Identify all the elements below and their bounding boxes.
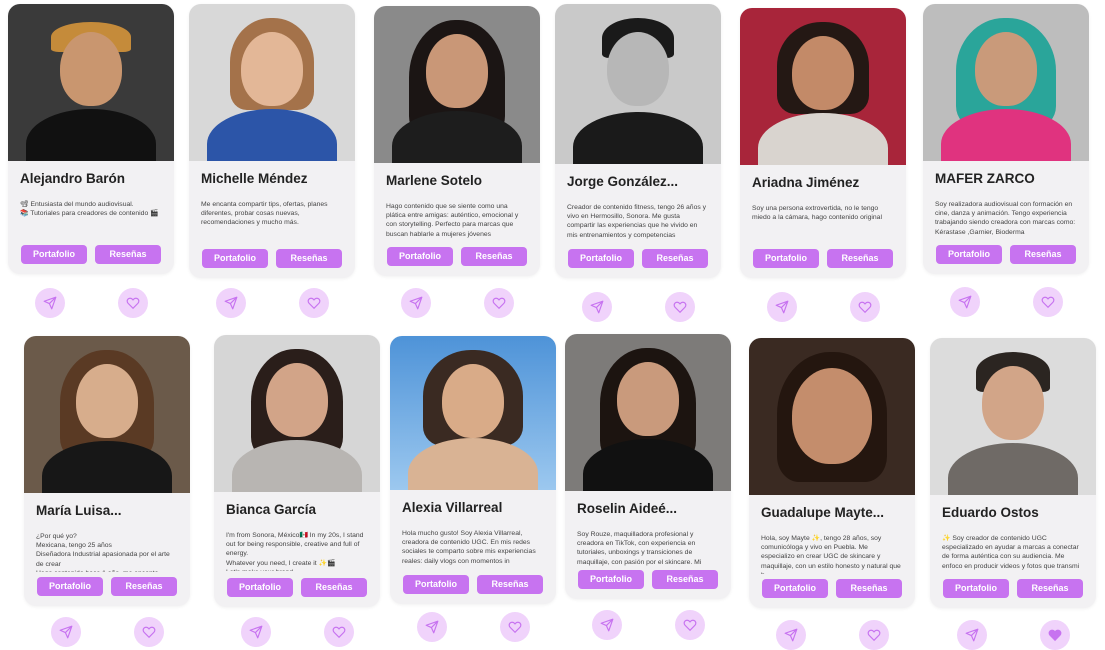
creator-name: Bianca García	[226, 502, 317, 517]
heart-icon-filled[interactable]	[1039, 620, 1070, 650]
paper-plane-icon[interactable]	[50, 617, 81, 647]
heart-icon[interactable]	[133, 617, 164, 647]
portfolio-button[interactable]: Portafolio	[227, 578, 293, 597]
creator-name: Ariadna Jiménez	[752, 175, 860, 190]
creator-bio: Soy Rouze, maquilladora profesional y cr…	[577, 531, 702, 566]
creator-photo	[555, 4, 721, 164]
paper-plane-icon[interactable]	[34, 288, 65, 318]
creator-bio: Hola, soy Mayte ✨, tengo 28 años, soy co…	[761, 535, 901, 574]
paper-plane-icon[interactable]	[416, 612, 447, 642]
creator-name: Michelle Méndez	[201, 171, 308, 186]
reviews-button[interactable]: Reseñas	[827, 249, 893, 268]
creator-photo	[923, 4, 1089, 161]
heart-icon[interactable]	[664, 292, 695, 322]
heart-icon[interactable]	[499, 612, 530, 642]
heart-icon[interactable]	[117, 288, 148, 318]
reviews-button[interactable]: Reseñas	[301, 578, 367, 597]
creator-name: Alejandro Barón	[20, 171, 126, 186]
heart-icon[interactable]	[298, 288, 329, 318]
creator-bio: ✨ Soy creador de contenido UGC especiali…	[942, 535, 1080, 570]
creator-card: Eduardo Ostos ✨ Soy creador de contenido…	[930, 338, 1096, 608]
portfolio-button[interactable]: Portafolio	[37, 577, 103, 596]
creator-photo	[374, 6, 540, 163]
creator-photo	[214, 335, 380, 492]
heart-icon[interactable]	[858, 620, 889, 650]
creator-photo	[8, 4, 174, 161]
creator-photo	[189, 4, 355, 161]
creator-name: Guadalupe Mayte...	[761, 505, 885, 520]
portfolio-button[interactable]: Portafolio	[943, 579, 1009, 598]
creator-photo	[930, 338, 1096, 495]
creator-bio: Me encanta compartir tips, ofertas, plan…	[201, 201, 328, 227]
creator-name: Marlene Sotelo	[386, 173, 483, 188]
paper-plane-icon[interactable]	[949, 287, 980, 317]
heart-icon[interactable]	[674, 610, 705, 640]
portfolio-button[interactable]: Portafolio	[936, 245, 1002, 264]
creator-name: Roselin Aideé...	[577, 501, 678, 516]
paper-plane-icon[interactable]	[775, 620, 806, 650]
creator-bio: Creador de contenido fitness, tengo 26 a…	[567, 204, 707, 239]
creator-card: Alexia Villarreal Hola mucho gusto! Soy …	[390, 336, 556, 604]
heart-icon[interactable]	[1032, 287, 1063, 317]
creator-photo	[740, 8, 906, 165]
reviews-button[interactable]: Reseñas	[1017, 579, 1083, 598]
creator-card: Jorge González... Creador de contenido f…	[555, 4, 721, 278]
creator-name: Jorge González...	[567, 174, 679, 189]
paper-plane-icon[interactable]	[581, 292, 612, 322]
reviews-button[interactable]: Reseñas	[461, 247, 527, 266]
creator-card: Bianca García I'm from Sonora, México🇲🇽 …	[214, 335, 380, 607]
portfolio-button[interactable]: Portafolio	[762, 579, 828, 598]
portfolio-button[interactable]: Portafolio	[568, 249, 634, 268]
reviews-button[interactable]: Reseñas	[477, 575, 543, 594]
creator-photo	[749, 338, 915, 495]
reviews-button[interactable]: Reseñas	[652, 570, 718, 589]
paper-plane-icon[interactable]	[766, 292, 797, 322]
creator-name: Alexia Villarreal	[402, 500, 503, 515]
reviews-button[interactable]: Reseñas	[95, 245, 161, 264]
creator-bio: Hola mucho gusto! Soy Alexia Villarreal,…	[402, 530, 536, 565]
reviews-button[interactable]: Reseñas	[836, 579, 902, 598]
paper-plane-icon[interactable]	[215, 288, 246, 318]
reviews-button[interactable]: Reseñas	[111, 577, 177, 596]
creator-name: MAFER ZARCO	[935, 171, 1035, 186]
portfolio-button[interactable]: Portafolio	[202, 249, 268, 268]
creator-card: Michelle Méndez Me encanta compartir tip…	[189, 4, 355, 278]
creator-card: Roselin Aideé... Soy Rouze, maquilladora…	[565, 334, 731, 599]
reviews-button[interactable]: Reseñas	[642, 249, 708, 268]
creator-photo	[24, 336, 190, 493]
portfolio-button[interactable]: Portafolio	[21, 245, 87, 264]
heart-icon[interactable]	[323, 617, 354, 647]
reviews-button[interactable]: Reseñas	[1010, 245, 1076, 264]
creator-name: Eduardo Ostos	[942, 505, 1039, 520]
portfolio-button[interactable]: Portafolio	[387, 247, 453, 266]
creator-bio: I'm from Sonora, México🇲🇽 In my 20s, I s…	[226, 532, 364, 571]
creator-card: Marlene Sotelo Hago contenido que se sie…	[374, 6, 540, 276]
portfolio-button[interactable]: Portafolio	[753, 249, 819, 268]
creator-photo	[390, 336, 556, 490]
creator-name: María Luisa...	[36, 503, 122, 518]
creator-card: MAFER ZARCO Soy realizadora audiovisual …	[923, 4, 1089, 274]
creator-card: Guadalupe Mayte... Hola, soy Mayte ✨, te…	[749, 338, 915, 608]
portfolio-button[interactable]: Portafolio	[578, 570, 644, 589]
creator-card: Alejandro Barón 📽 Entusiasta del mundo a…	[8, 4, 174, 274]
reviews-button[interactable]: Reseñas	[276, 249, 342, 268]
creator-bio: ¿Por qué yo? Mexicana, tengo 25 años Dis…	[36, 533, 170, 572]
creator-bio: Soy realizadora audiovisual con formació…	[935, 201, 1076, 236]
creator-photo	[565, 334, 731, 491]
paper-plane-icon[interactable]	[956, 620, 987, 650]
portfolio-button[interactable]: Portafolio	[403, 575, 469, 594]
creator-bio: 📽 Entusiasta del mundo audiovisual. 📚 Tu…	[20, 201, 159, 218]
heart-icon[interactable]	[849, 292, 880, 322]
paper-plane-icon[interactable]	[240, 617, 271, 647]
creator-bio: Soy una persona extrovertida, no le teng…	[752, 205, 882, 222]
paper-plane-icon[interactable]	[400, 288, 431, 318]
creator-bio: Hago contenido que se siente como una pl…	[386, 203, 519, 238]
creator-card: Ariadna Jiménez Soy una persona extrover…	[740, 8, 906, 278]
heart-icon[interactable]	[483, 288, 514, 318]
paper-plane-icon[interactable]	[591, 610, 622, 640]
creator-card: María Luisa... ¿Por qué yo? Mexicana, te…	[24, 336, 190, 606]
